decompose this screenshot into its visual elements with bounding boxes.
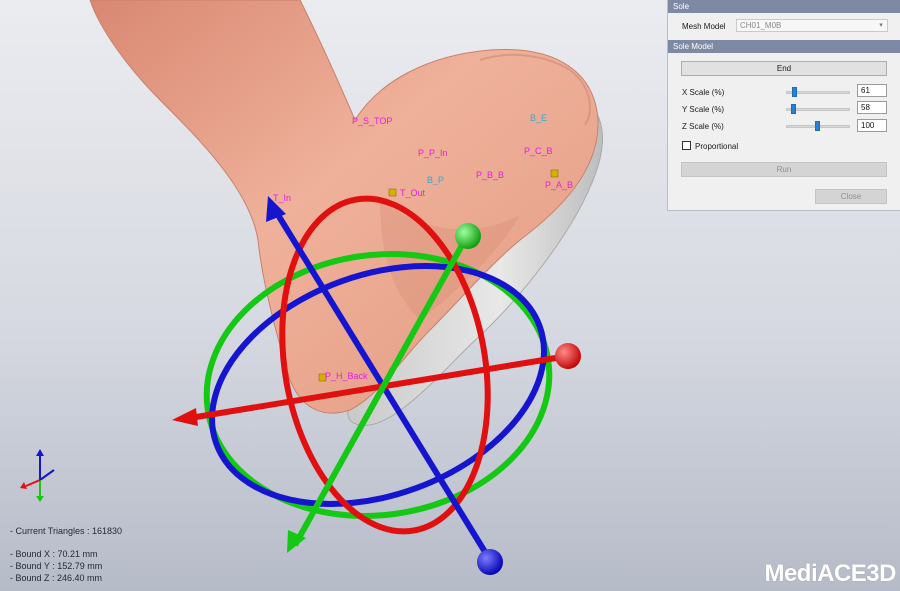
bound-y: - Bound Y : 152.79 mm bbox=[10, 561, 103, 571]
landmark-label: P_S_TOP bbox=[352, 116, 393, 126]
bound-x: - Bound X : 70.21 mm bbox=[10, 549, 98, 559]
z-scale-input[interactable]: 100 bbox=[857, 119, 887, 132]
landmark-label: P_B_B bbox=[476, 170, 505, 180]
y-scale-input[interactable]: 58 bbox=[857, 101, 887, 114]
landmark-label: B_E bbox=[530, 113, 548, 123]
bound-z: - Bound Z : 246.40 mm bbox=[10, 573, 103, 583]
mesh-model-select[interactable]: CH01_M0B ▾ bbox=[736, 19, 888, 32]
axis-blue-ball bbox=[477, 549, 503, 575]
y-scale-label: Y Scale (%) bbox=[682, 105, 725, 114]
landmark-marker-t-out bbox=[388, 188, 397, 197]
sole-panel: Sole Mesh Model CH01_M0B ▾ Sole Model En… bbox=[667, 0, 900, 211]
run-button[interactable]: Run bbox=[681, 162, 887, 177]
axis-green-ball bbox=[455, 223, 481, 249]
landmark-label: P_A_B bbox=[545, 180, 574, 190]
axis-red-ball bbox=[555, 343, 581, 369]
mesh-model-label: Mesh Model bbox=[682, 22, 726, 31]
close-button[interactable]: Close bbox=[815, 189, 887, 204]
end-button[interactable]: End bbox=[681, 61, 887, 76]
foot-mesh bbox=[89, 0, 599, 414]
landmark-label: T_Out bbox=[400, 188, 426, 198]
landmark-marker-p-a-b bbox=[550, 169, 559, 178]
chevron-down-icon: ▾ bbox=[879, 22, 883, 29]
triangle-count: - Current Triangles : 161830 bbox=[10, 526, 123, 536]
landmark-label: P_H_Back bbox=[325, 371, 368, 381]
x-scale-slider-thumb[interactable] bbox=[792, 87, 797, 97]
landmark-label: P_C_B bbox=[524, 146, 553, 156]
proportional-label: Proportional bbox=[695, 142, 739, 151]
z-scale-label: Z Scale (%) bbox=[682, 122, 724, 131]
y-scale-slider-thumb[interactable] bbox=[791, 104, 796, 114]
sole-header: Sole bbox=[668, 0, 900, 13]
landmark-label: B_P bbox=[427, 175, 445, 185]
z-scale-slider-thumb[interactable] bbox=[815, 121, 820, 131]
landmark-label: T_In bbox=[273, 193, 292, 203]
landmark-label: P_P_In bbox=[418, 148, 448, 158]
axis-red-arrowhead bbox=[172, 408, 198, 426]
orientation-triad bbox=[20, 449, 55, 502]
x-scale-input[interactable]: 61 bbox=[857, 84, 887, 97]
sole-model-header: Sole Model bbox=[668, 40, 900, 53]
proportional-checkbox[interactable] bbox=[682, 141, 691, 150]
mediace3d-logo: MediACE3D bbox=[764, 560, 896, 587]
x-scale-label: X Scale (%) bbox=[682, 88, 725, 97]
mesh-model-value: CH01_M0B bbox=[740, 21, 782, 30]
